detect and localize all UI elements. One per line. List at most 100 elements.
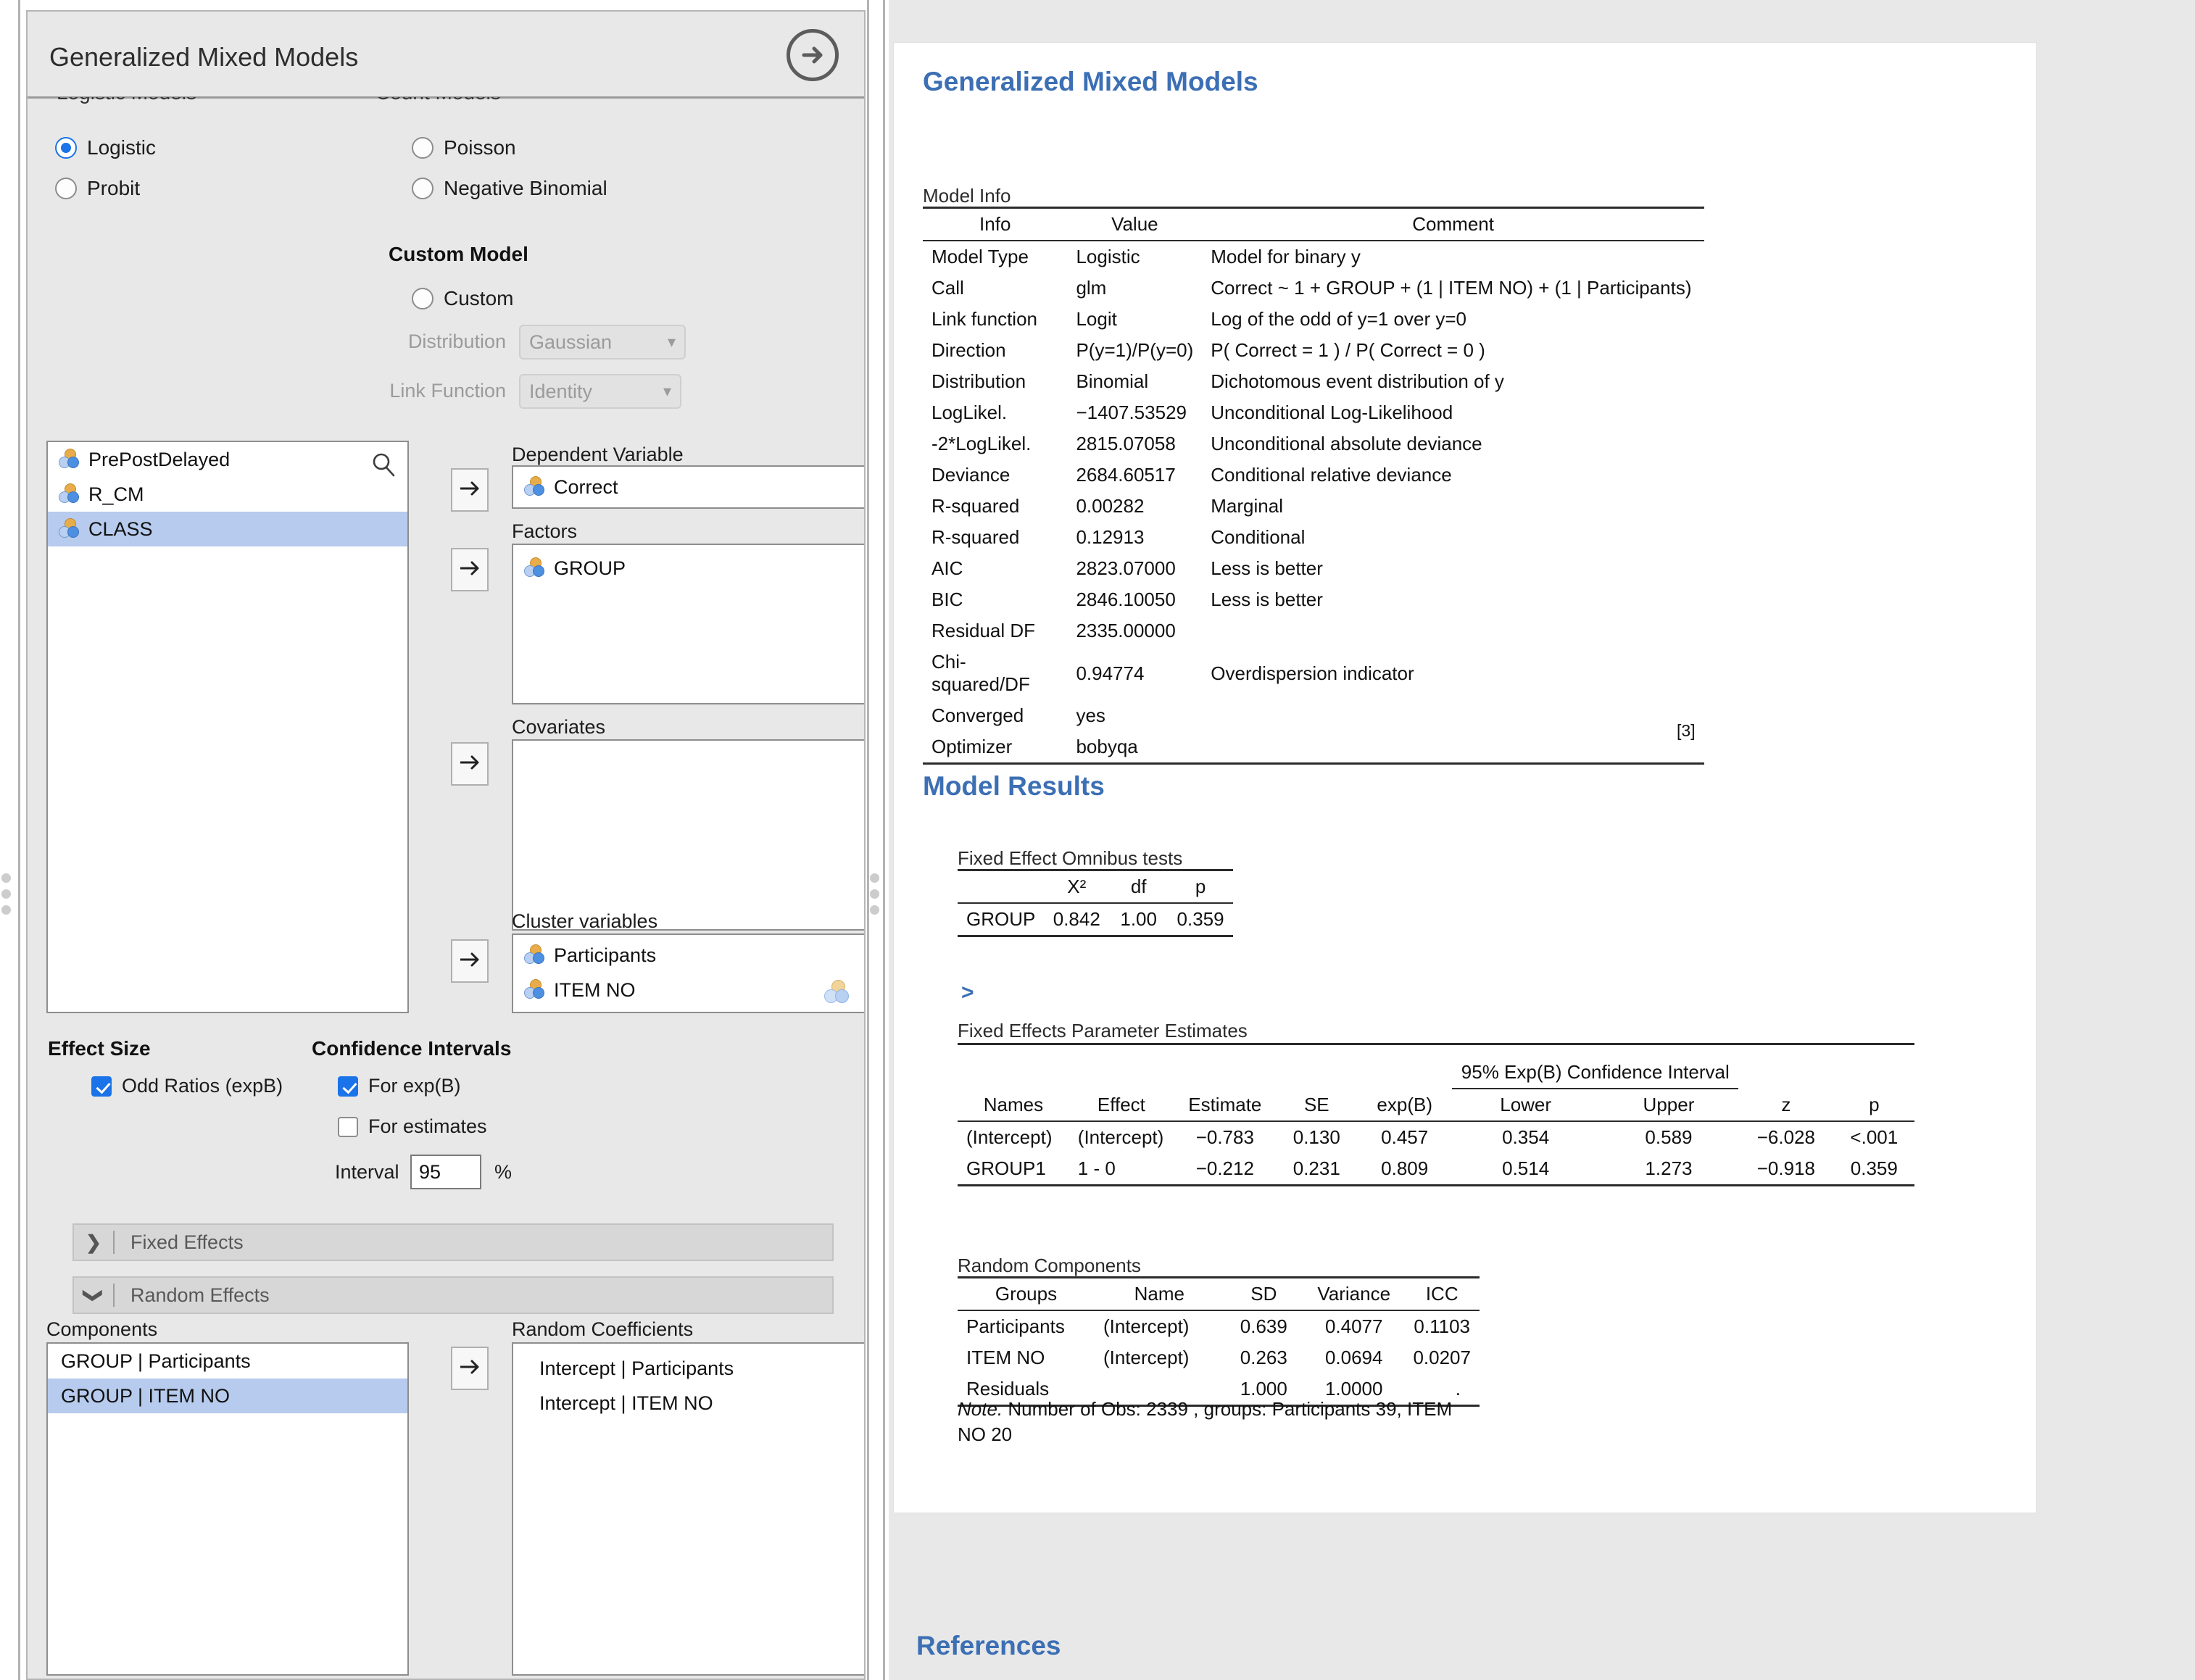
list-item[interactable]: GROUP | Participants — [48, 1344, 407, 1378]
note-text: Number of Obs: 2339 , groups: Participan… — [958, 1398, 1453, 1446]
fixed-effects-section-toggle[interactable]: ❯ Fixed Effects — [72, 1223, 834, 1261]
cell-p: 0.359 — [1177, 908, 1224, 930]
for-estimates-checkbox[interactable]: For estimates — [338, 1115, 487, 1138]
cell-value: yes — [1076, 704, 1105, 726]
distribution-select[interactable]: Gaussian ▾ — [519, 325, 686, 359]
list-item[interactable]: Intercept | ITEM NO — [513, 1386, 864, 1421]
chevron-down-icon: ❯ — [83, 1287, 105, 1303]
radio-logistic[interactable]: Logistic — [55, 136, 156, 159]
table-row: LogLikel. −1407.53529 Unconditional Log-Li… — [923, 397, 1704, 428]
radio-custom-dot[interactable] — [412, 288, 433, 309]
col-p: p — [1869, 1093, 1880, 1115]
list-item[interactable]: PrePostDelayed — [48, 442, 407, 477]
col-upper: Upper — [1643, 1094, 1695, 1115]
table-row: Model Type Logistic Model for binary y — [923, 241, 1704, 273]
cell-effect: 1 - 0 — [1077, 1157, 1116, 1179]
col-variance: Variance — [1317, 1283, 1391, 1305]
results-expander-toggle[interactable]: > — [961, 981, 974, 1005]
covariates-box[interactable] — [512, 739, 864, 931]
nominal-variable-icon — [58, 449, 80, 470]
radio-logistic-dot[interactable] — [55, 137, 77, 159]
chevron-down-icon: ▾ — [663, 382, 671, 400]
assign-covariates-button[interactable] — [451, 742, 489, 786]
col-icc: ICC — [1425, 1283, 1459, 1305]
note-prefix: Note. — [958, 1398, 1003, 1420]
assign-dependent-button[interactable] — [451, 468, 489, 512]
factors-box[interactable]: GROUP — [512, 544, 864, 704]
odd-ratios-checkbox-box[interactable] — [91, 1076, 112, 1097]
variables-listbox[interactable]: PrePostDelayed R_CM CLASS — [46, 441, 409, 1013]
cell-info: Chi-squared/DF — [931, 651, 1030, 695]
link-function-select[interactable]: Identity ▾ — [519, 374, 681, 409]
radio-negative-binomial-dot[interactable] — [412, 178, 433, 199]
table-row: GROUP1 1 - 0 −0.212 0.231 0.809 0.514 1.… — [958, 1153, 1914, 1186]
cell-comment: Log of the odd of y=1 over y=0 — [1211, 308, 1466, 330]
for-expb-label: For exp(B) — [368, 1075, 461, 1097]
cell-info: -2*LogLikel. — [931, 433, 1032, 454]
list-item[interactable]: R_CM — [48, 477, 407, 512]
covariates-label: Covariates — [512, 716, 606, 738]
radio-negative-binomial[interactable]: Negative Binomial — [412, 177, 607, 200]
omnibus-table: X² df p GROUP 0.842 1.00 0.359 — [958, 869, 1233, 937]
center-splitter-line-left — [867, 0, 869, 1680]
odd-ratios-checkbox[interactable]: Odd Ratios (expB) — [91, 1075, 283, 1097]
list-item[interactable]: GROUP — [513, 551, 864, 586]
dependent-variable-box[interactable]: Correct — [512, 465, 864, 509]
interval-input[interactable]: 95 — [410, 1155, 481, 1189]
distribution-label: Distribution — [407, 330, 506, 352]
arrow-right-icon — [458, 1357, 481, 1380]
center-splitter-handle[interactable] — [869, 854, 879, 933]
cell-lower: 0.354 — [1502, 1126, 1550, 1148]
cell-comment: Correct ~ 1 + GROUP + (1 | ITEM NO) + (1… — [1211, 277, 1692, 299]
link-function-label: Link Function — [389, 380, 506, 402]
odd-ratios-label: Odd Ratios (expB) — [122, 1075, 283, 1097]
left-splitter-handle[interactable] — [1, 854, 11, 933]
list-item-selected[interactable]: CLASS — [48, 512, 407, 546]
components-listbox[interactable]: GROUP | Participants GROUP | ITEM NO — [46, 1342, 409, 1676]
random-effects-section-toggle[interactable]: ❯ Random Effects — [72, 1276, 834, 1314]
radio-probit-dot[interactable] — [55, 178, 77, 199]
search-icon[interactable] — [371, 452, 396, 477]
assign-factors-button[interactable] — [451, 548, 489, 591]
cell-comment: Unconditional absolute deviance — [1211, 433, 1482, 454]
assign-random-coefficient-button[interactable] — [451, 1347, 489, 1390]
for-expb-checkbox[interactable]: For exp(B) — [338, 1075, 461, 1097]
list-item[interactable]: ITEM NO — [513, 973, 864, 1007]
radio-poisson-dot[interactable] — [412, 137, 433, 159]
for-expb-checkbox-box[interactable] — [338, 1076, 358, 1097]
cell-info: R-squared — [931, 526, 1020, 548]
results-heading-model-results: Model Results — [923, 771, 1105, 801]
center-splitter-line-right — [883, 0, 885, 1680]
cell-variance: 0.0694 — [1324, 1347, 1383, 1368]
cell-comment — [1202, 615, 1704, 646]
list-item[interactable]: Correct — [513, 467, 864, 507]
cell-info: BIC — [931, 589, 963, 610]
cell-names: GROUP1 — [966, 1157, 1046, 1179]
arrow-right-icon — [798, 41, 827, 70]
list-item[interactable]: Participants — [513, 938, 864, 973]
cell-value: bobyqa — [1076, 736, 1138, 757]
list-item-label: GROUP | Participants — [61, 1350, 251, 1372]
for-estimates-checkbox-box[interactable] — [338, 1116, 358, 1137]
random-coefficients-box[interactable]: Intercept | Participants Intercept | ITE… — [512, 1342, 864, 1676]
nominal-variable-icon — [523, 476, 545, 498]
nominal-variable-icon — [58, 483, 80, 505]
fixed-effects-section-label: Fixed Effects — [130, 1231, 244, 1253]
list-item-label: Intercept | ITEM NO — [539, 1392, 713, 1414]
cell-value: P(y=1)/P(y=0) — [1076, 339, 1194, 361]
list-item[interactable]: Intercept | Participants — [513, 1351, 864, 1386]
interval-value: 95 — [419, 1160, 441, 1183]
run-analysis-button[interactable] — [787, 29, 839, 81]
interval-label: Interval — [335, 1161, 399, 1183]
cell-estimate: −0.212 — [1195, 1157, 1254, 1179]
cluster-variables-box[interactable]: Participants ITEM NO — [512, 933, 864, 1013]
list-item-selected[interactable]: GROUP | ITEM NO — [48, 1378, 407, 1413]
radio-custom[interactable]: Custom — [412, 287, 513, 310]
nominal-variable-icon — [523, 979, 545, 1001]
radio-custom-label: Custom — [444, 287, 514, 309]
assign-cluster-button[interactable] — [451, 939, 489, 983]
cell-info: R-squared — [931, 495, 1020, 517]
cell-info: Direction — [931, 339, 1006, 361]
radio-poisson[interactable]: Poisson — [412, 136, 516, 159]
radio-probit[interactable]: Probit — [55, 177, 140, 200]
